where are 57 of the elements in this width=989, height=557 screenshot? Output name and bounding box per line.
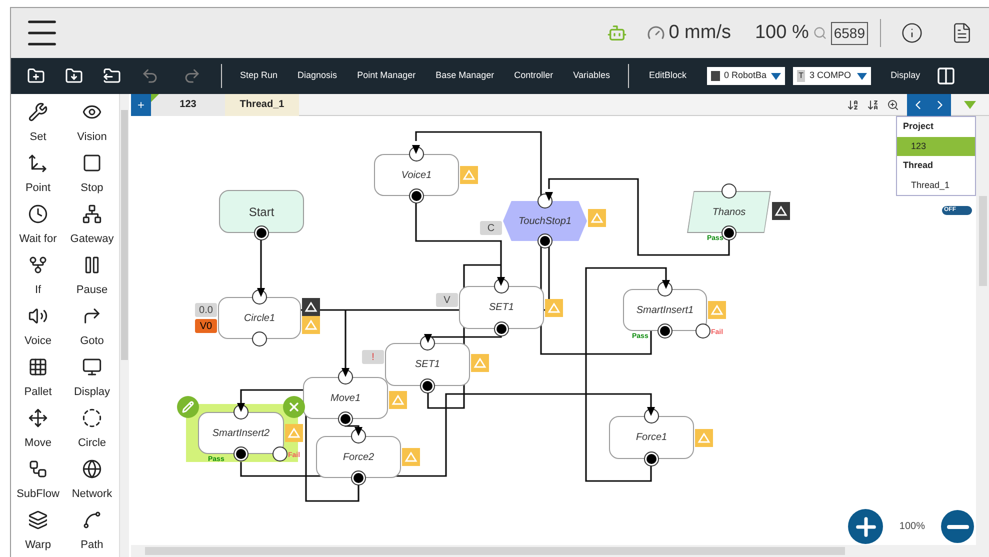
node-badge: V0 (195, 319, 217, 333)
toolbar-dropdown[interactable]: 0 RobotBa (706, 67, 785, 85)
palette-item[interactable]: SubFlow (11, 459, 65, 502)
node-label: TouchStop1 (518, 214, 572, 228)
palette-item[interactable]: Path (65, 510, 119, 553)
tool-badge: T (796, 70, 806, 82)
palette-item[interactable]: Gateway (65, 204, 119, 247)
node-label: Force2 (342, 450, 374, 464)
panel-heading: Thread (902, 159, 934, 172)
toolbar-button[interactable]: Diagnosis (288, 69, 348, 83)
toolbar-button[interactable]: Base Manager (426, 69, 504, 83)
toolbar-button[interactable]: Point Manager (347, 69, 426, 83)
palette-item[interactable]: Stop (65, 153, 119, 196)
tree-item[interactable]: 123 (897, 137, 975, 156)
palette-item[interactable]: Warp (11, 510, 65, 553)
palette-item[interactable]: Set (11, 102, 65, 145)
toolbar-button[interactable]: Variables (563, 69, 620, 83)
palette-item[interactable]: Pause (65, 255, 119, 298)
node-label: SET1 (488, 301, 514, 315)
panel-heading: Project (902, 120, 935, 134)
node-label: SmartInsert2 (212, 426, 270, 440)
palette-item[interactable]: Circle (65, 408, 119, 451)
palette-item[interactable]: Vision (65, 102, 119, 145)
counter-display: 6589 (830, 22, 868, 44)
node-badge: 0.0 (195, 303, 217, 317)
tab[interactable]: 123 (151, 94, 225, 116)
palette-item[interactable]: Voice (11, 306, 65, 349)
palette-item[interactable]: Point (11, 153, 65, 196)
palette-item[interactable]: Network (65, 459, 119, 502)
palette-item[interactable]: Display (65, 357, 119, 400)
palette-item[interactable]: If (11, 255, 65, 298)
node-label: Start (248, 204, 274, 220)
edit-block-button[interactable]: EditBlock (637, 69, 699, 83)
palette-item[interactable]: Pallet (11, 357, 65, 400)
node-label: Voice1 (401, 168, 432, 182)
node-label: Force1 (636, 431, 668, 445)
palette-item[interactable]: Goto (65, 306, 119, 349)
toolbar-dropdown[interactable]: T 3 COMPO (792, 67, 871, 85)
palette-item[interactable]: Wait for (11, 204, 65, 247)
node-label: SmartInsert1 (636, 304, 694, 318)
tree-item[interactable]: Thread_1 (897, 176, 975, 195)
zoom-reading: 100% (899, 520, 925, 534)
toolbar-button[interactable]: Step Run (230, 69, 288, 83)
node-label: Move1 (330, 392, 360, 406)
node-label: Circle1 (244, 312, 276, 326)
toolbar-button[interactable]: Controller (504, 69, 564, 83)
node-label: Thanos (712, 206, 746, 220)
speed-reading: 0 mm/s (668, 20, 731, 45)
node-badge: ! (362, 350, 384, 364)
override-reading: 100 % (754, 20, 809, 45)
add-tab-button[interactable]: + (131, 94, 151, 116)
node-label: SET1 (414, 358, 440, 372)
display-button[interactable]: Display (878, 69, 932, 83)
palette-item[interactable]: Move (11, 408, 65, 451)
tab[interactable]: Thread_1 (225, 94, 299, 116)
node-badge: V (436, 293, 458, 307)
node-badge: C (480, 221, 502, 235)
